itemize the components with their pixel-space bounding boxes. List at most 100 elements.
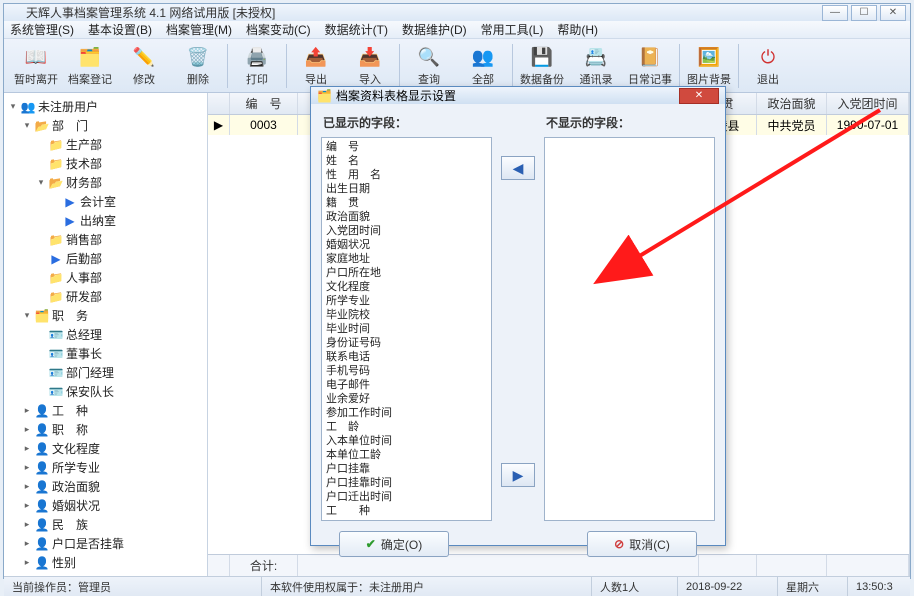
tree-node[interactable]: 📁人事部 [36, 269, 205, 286]
list-item[interactable]: 身份证号码 [326, 336, 487, 350]
close-button[interactable]: ✕ [880, 5, 906, 21]
tree-node[interactable]: ▸👤工 种 [22, 402, 205, 419]
toolbar-数据备份[interactable]: 💾数据备份 [516, 41, 568, 91]
toolbar-导入[interactable]: 📥导入 [344, 41, 396, 91]
maximize-button[interactable]: ☐ [851, 5, 877, 21]
list-item[interactable]: 户口挂靠 [326, 462, 487, 476]
list-item[interactable]: 所学专业 [326, 294, 487, 308]
tree-node[interactable]: ▾🗂️职 务 [22, 307, 205, 324]
menu-item[interactable]: 数据统计(T) [325, 21, 388, 38]
expand-icon[interactable]: ▾ [8, 101, 18, 112]
list-item[interactable]: 编 号 [326, 140, 487, 154]
toolbar-导出[interactable]: 📤导出 [290, 41, 342, 91]
list-item[interactable]: 户口迁出时间 [326, 490, 487, 504]
expand-icon[interactable]: ▸ [22, 500, 32, 511]
list-item[interactable]: 文化程度 [326, 280, 487, 294]
tree-node[interactable]: 📁生产部 [36, 136, 205, 153]
tree-node[interactable]: ▶后勤部 [36, 250, 205, 267]
list-item[interactable]: 婚姻状况 [326, 238, 487, 252]
column-header[interactable] [208, 93, 230, 114]
expand-icon[interactable]: ▾ [36, 177, 46, 188]
expand-icon[interactable]: ▸ [22, 557, 32, 568]
menu-item[interactable]: 数据维护(D) [402, 21, 467, 38]
toolbar-退出[interactable]: ⏻退出 [742, 41, 794, 91]
expand-icon[interactable]: ▸ [22, 462, 32, 473]
expand-icon[interactable]: ▾ [22, 120, 32, 131]
hidden-fields-list[interactable] [544, 137, 715, 521]
toolbar-图片背景[interactable]: 🖼️图片背景 [683, 41, 735, 91]
tree-node[interactable]: ▶会计室 [50, 193, 205, 210]
expand-icon[interactable]: ▸ [22, 443, 32, 454]
menu-item[interactable]: 档案管理(M) [166, 21, 232, 38]
list-item[interactable]: 参加工作时间 [326, 406, 487, 420]
dialog-close-button[interactable]: ✕ [679, 88, 719, 104]
nav-tree[interactable]: ▾👥未注册用户 ▾📂部 门 📁生产部 📁技术部 ▾📂财务部 ▶会计室 ▶出纳室 📁销售部 ▶后勤… [4, 93, 208, 576]
ok-button[interactable]: ✔ 确定(O) [339, 531, 449, 557]
column-header[interactable]: 入党团时间 [827, 93, 909, 114]
tree-node[interactable]: ▾👥未注册用户 [8, 98, 205, 115]
list-item[interactable]: 性 用 名 [326, 168, 487, 182]
list-item[interactable]: 家庭地址 [326, 252, 487, 266]
expand-icon[interactable]: ▸ [22, 424, 32, 435]
move-right-button[interactable]: ▶ [501, 463, 535, 487]
list-item[interactable]: 毕业院校 [326, 308, 487, 322]
list-item[interactable]: 出生日期 [326, 182, 487, 196]
tree-node[interactable]: 🪪总经理 [36, 326, 205, 343]
column-header[interactable]: 政治面貌 [757, 93, 827, 114]
tree-node[interactable]: 🪪保安队长 [36, 383, 205, 400]
expand-icon[interactable]: ▸ [22, 538, 32, 549]
list-item[interactable]: 入本单位时间 [326, 434, 487, 448]
list-item[interactable]: 工 种 [326, 504, 487, 518]
tree-node[interactable]: ▸👤职 称 [22, 421, 205, 438]
toolbar-修改[interactable]: ✏️修改 [118, 41, 170, 91]
toolbar-档案登记[interactable]: 🗂️档案登记 [64, 41, 116, 91]
list-item[interactable]: 业余爱好 [326, 392, 487, 406]
tree-node[interactable]: ▾📂财务部 [36, 174, 205, 191]
tree-node[interactable]: 🪪董事长 [36, 345, 205, 362]
list-item[interactable]: 入党团时间 [326, 224, 487, 238]
move-left-button[interactable]: ◀ [501, 156, 535, 180]
menu-item[interactable]: 基本设置(B) [88, 21, 152, 38]
toolbar-删除[interactable]: 🗑️删除 [172, 41, 224, 91]
list-item[interactable]: 电子邮件 [326, 378, 487, 392]
tree-node[interactable]: ▸👤所学专业 [22, 459, 205, 476]
list-item[interactable]: 工 龄 [326, 420, 487, 434]
tree-node[interactable]: ▸👤政治面貌 [22, 478, 205, 495]
expand-icon[interactable]: ▸ [22, 519, 32, 530]
expand-icon[interactable]: ▾ [22, 310, 32, 321]
expand-icon[interactable]: ▸ [22, 405, 32, 416]
list-item[interactable]: 本单位工龄 [326, 448, 487, 462]
tree-node[interactable]: ▸👤户口是否挂靠 [22, 535, 205, 552]
toolbar-日常记事[interactable]: 📔日常记事 [624, 41, 676, 91]
cancel-button[interactable]: ⊘ 取消(C) [587, 531, 697, 557]
toolbar-查询[interactable]: 🔍查询 [403, 41, 455, 91]
list-item[interactable]: 户口所在地 [326, 266, 487, 280]
minimize-button[interactable]: — [822, 5, 848, 21]
column-header[interactable]: 编 号 [230, 93, 298, 114]
menu-item[interactable]: 系统管理(S) [10, 21, 74, 38]
list-item[interactable]: 姓 名 [326, 154, 487, 168]
list-item[interactable]: 联系电话 [326, 350, 487, 364]
list-item[interactable]: 政治面貌 [326, 210, 487, 224]
tree-node[interactable]: ▸👤文化程度 [22, 440, 205, 457]
toolbar-打印[interactable]: 🖨️打印 [231, 41, 283, 91]
tree-node[interactable]: ▶出纳室 [50, 212, 205, 229]
toolbar-通讯录[interactable]: 📇通讯录 [570, 41, 622, 91]
tree-node[interactable]: 📁技术部 [36, 155, 205, 172]
tree-node[interactable]: 📁销售部 [36, 231, 205, 248]
list-item[interactable]: 籍 贯 [326, 196, 487, 210]
tree-node[interactable]: ▸👤性别 [22, 554, 205, 571]
expand-icon[interactable]: ▸ [22, 481, 32, 492]
toolbar-全部[interactable]: 👥全部 [457, 41, 509, 91]
list-item[interactable]: 手机号码 [326, 364, 487, 378]
list-item[interactable]: 户口挂靠时间 [326, 476, 487, 490]
tree-node[interactable]: ▸👤民 族 [22, 516, 205, 533]
tree-node[interactable]: 📁研发部 [36, 288, 205, 305]
tree-node[interactable]: ▾📂部 门 [22, 117, 205, 134]
menu-item[interactable]: 档案变动(C) [246, 21, 311, 38]
tree-node[interactable]: 🪪部门经理 [36, 364, 205, 381]
tree-node[interactable]: ▸👤婚姻状况 [22, 497, 205, 514]
list-item[interactable]: 毕业时间 [326, 322, 487, 336]
menu-item[interactable]: 常用工具(L) [481, 21, 544, 38]
menu-item[interactable]: 帮助(H) [557, 21, 598, 38]
